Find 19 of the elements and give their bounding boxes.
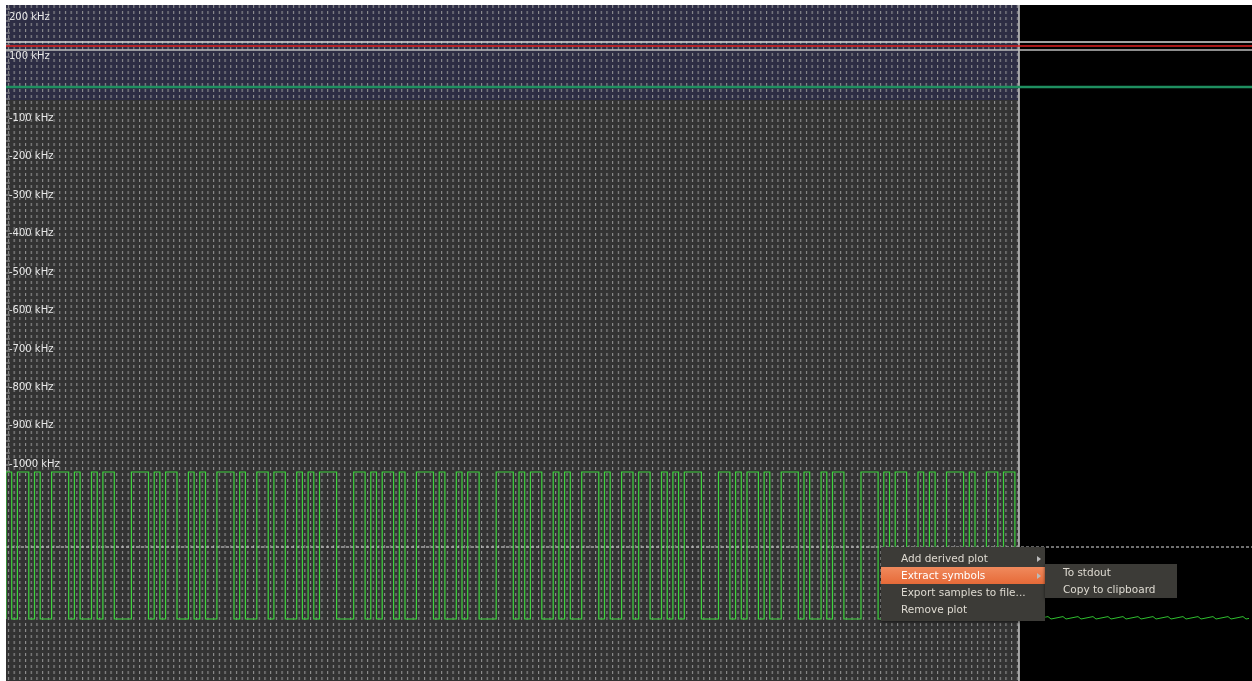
menu-item[interactable]: Add derived plot xyxy=(881,550,1045,567)
threshold-line[interactable] xyxy=(6,546,1252,548)
frequency-label: 100 kHz xyxy=(9,50,50,62)
frequency-label: -800 kHz xyxy=(9,381,54,393)
menu-item[interactable]: Export samples to file... xyxy=(881,584,1045,601)
frequency-label: -500 kHz xyxy=(9,266,54,278)
frequency-label: -100 kHz xyxy=(9,112,54,124)
menu-item[interactable]: To stdout xyxy=(1045,564,1177,581)
frequency-label: -300 kHz xyxy=(9,189,54,201)
frequency-label: -200 kHz xyxy=(9,150,54,162)
menu-item[interactable]: Copy to clipboard xyxy=(1045,581,1177,598)
frequency-label: -900 kHz xyxy=(9,419,54,431)
frequency-label: -600 kHz xyxy=(9,304,54,316)
menu-item[interactable]: Remove plot xyxy=(881,601,1045,618)
cursor-line[interactable] xyxy=(6,85,1252,89)
frequency-label: -700 kHz xyxy=(9,343,54,355)
frequency-label: 200 kHz xyxy=(9,11,50,23)
frequency-label: -400 kHz xyxy=(9,227,54,239)
frequency-label: -1000 kHz xyxy=(9,458,60,470)
